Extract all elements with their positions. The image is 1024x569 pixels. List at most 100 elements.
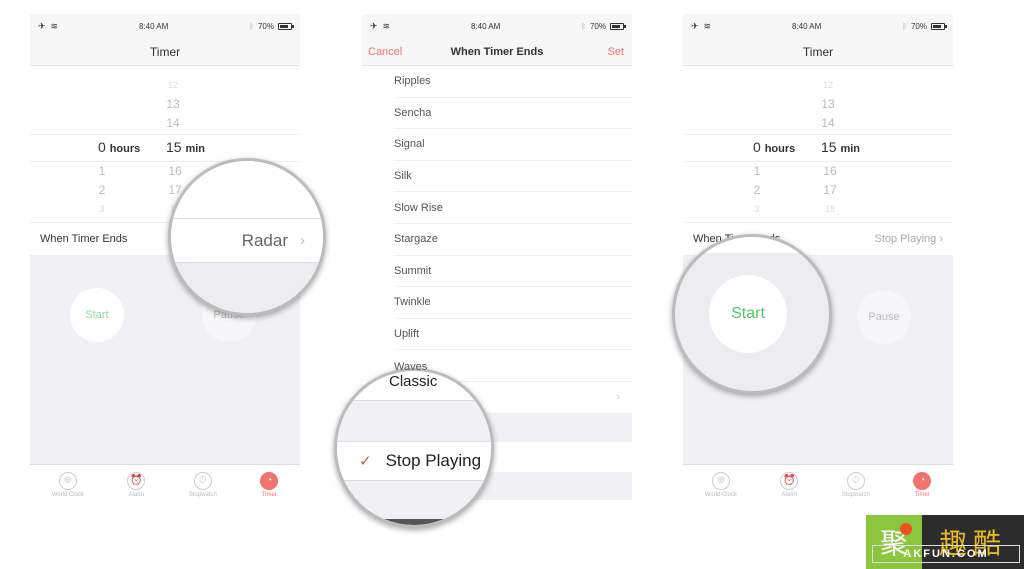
picker-value: 1	[98, 164, 106, 178]
airplane-icon: ✈	[370, 20, 378, 31]
pause-button[interactable]: Pause	[857, 290, 911, 344]
nav-bar: Timer	[30, 38, 300, 66]
battery-icon	[931, 22, 947, 30]
sound-item[interactable]: Uplift	[394, 319, 632, 351]
when-timer-ends-value: Stop Playing ›	[875, 233, 944, 245]
minutes-column-above[interactable]: 12 13 14	[813, 76, 843, 133]
start-button[interactable]: Start	[70, 288, 124, 342]
tab-world-clock[interactable]: ⊕ World Clock	[705, 471, 737, 498]
minutes-unit: min	[840, 143, 861, 155]
sound-item[interactable]: Summit	[394, 256, 632, 288]
hours-column-below[interactable]: 1 2 3	[92, 162, 112, 219]
nav-bar: Cancel When Timer Ends Set	[362, 38, 632, 66]
sound-item[interactable]: Stargaze	[394, 224, 632, 256]
tab-bar: ⊕ World Clock ⏰ Alarm ⏱ Stopwatch ◔ Timer	[30, 464, 300, 504]
page-title: Timer	[802, 44, 834, 59]
minutes-column-above[interactable]: 12 13 14	[158, 76, 188, 133]
watermark-logo: 聚 趣酷 AKFUN.COM	[866, 515, 1024, 569]
magnifier-stop-playing: Classic ✓ Stop Playing	[334, 368, 494, 528]
tab-world-clock[interactable]: ⊕ World Clock	[52, 471, 84, 498]
sound-value: Stop Playing	[874, 233, 937, 245]
alarm-clock-icon: ⏰	[780, 471, 799, 490]
wifi-icon: ≋	[703, 20, 712, 31]
sound-item[interactable]: Twinkle	[394, 287, 632, 319]
timer-icon: ◔	[260, 471, 279, 490]
hours-column-below[interactable]: 1 2 3	[747, 162, 767, 219]
status-time: 8:40 AM	[470, 21, 501, 31]
sound-item[interactable]: Slow Rise	[394, 192, 632, 224]
bluetooth-icon: ᛒ	[249, 21, 254, 31]
stop-playing-label: Stop Playing	[385, 451, 482, 470]
picker-value: 13	[166, 97, 180, 111]
tab-timer[interactable]: ◔ Timer	[260, 471, 279, 498]
tab-label: Stopwatch	[841, 491, 870, 498]
minutes-value: 15	[166, 139, 182, 155]
section-gap	[337, 401, 491, 441]
classic-label[interactable]: Classic	[337, 371, 491, 401]
checkmark-icon: ✓	[359, 453, 372, 470]
tab-alarm[interactable]: ⏰ Alarm	[780, 471, 799, 498]
selected-hours[interactable]: 0 hours	[753, 139, 795, 155]
logo-dot	[900, 523, 912, 535]
timer-icon: ◔	[913, 471, 932, 490]
tab-stopwatch[interactable]: ⏱ Stopwatch	[188, 471, 217, 498]
bluetooth-icon: ᛒ	[902, 21, 907, 31]
status-bar: ✈ ≋ 8:40 AM ᛒ 70%	[683, 14, 953, 38]
stop-playing-option[interactable]: ✓ Stop Playing	[337, 441, 491, 481]
page-title: Timer	[149, 44, 181, 59]
hours-unit: hours	[764, 143, 796, 155]
cancel-button[interactable]: Cancel	[368, 46, 402, 58]
wifi-icon: ≋	[382, 20, 391, 31]
minutes-value: 15	[821, 139, 837, 155]
tab-label: Alarm	[781, 491, 798, 498]
stopwatch-icon: ⏱	[846, 471, 865, 490]
hours-value: 0	[98, 139, 106, 155]
status-time: 8:40 AM	[138, 21, 169, 31]
minutes-column-below[interactable]: 16 17 18	[817, 162, 843, 219]
picker-selection-band	[30, 134, 300, 162]
tab-alarm[interactable]: ⏰ Alarm	[127, 471, 146, 498]
tab-label: Timer	[914, 491, 930, 498]
battery-percent: 70%	[910, 21, 927, 31]
selected-minutes[interactable]: 15 min	[166, 139, 205, 155]
page-title: When Timer Ends	[450, 45, 544, 58]
magnifier-start: Start	[672, 234, 832, 394]
picker-value: 14	[821, 116, 835, 130]
start-button-zoomed[interactable]: Start	[709, 275, 787, 353]
set-button[interactable]: Set	[607, 46, 624, 58]
sound-item[interactable]: Ripples	[394, 66, 632, 98]
hours-value: 0	[753, 139, 761, 155]
status-bar: ✈ ≋ 8:40 AM ᛒ 70%	[30, 14, 300, 38]
sound-item[interactable]: Silk	[394, 161, 632, 193]
picker-value: 13	[821, 97, 835, 111]
picker-value: 1	[753, 164, 761, 178]
tab-timer[interactable]: ◔ Timer	[913, 471, 932, 498]
tab-label: Timer	[261, 491, 277, 498]
selected-hours[interactable]: 0 hours	[98, 139, 140, 155]
picker-value: 3	[754, 204, 760, 214]
sound-item[interactable]: Sencha	[394, 98, 632, 130]
picker-value: 16	[823, 164, 837, 178]
alarm-clock-icon: ⏰	[127, 471, 146, 490]
sound-item-waves[interactable]: Waves	[394, 361, 427, 373]
picker-value: 12	[822, 80, 833, 90]
tab-label: Stopwatch	[188, 491, 217, 498]
airplane-icon: ✈	[691, 20, 699, 31]
chevron-right-icon: ›	[616, 391, 620, 404]
tab-stopwatch[interactable]: ⏱ Stopwatch	[841, 471, 870, 498]
tab-label: Alarm	[128, 491, 145, 498]
globe-icon: ⊕	[711, 471, 730, 490]
battery-icon	[278, 22, 294, 30]
selected-minutes[interactable]: 15 min	[821, 139, 860, 155]
picker-value: 18	[824, 204, 835, 214]
nav-bar: Timer	[683, 38, 953, 66]
picker-value: 14	[166, 116, 180, 130]
battery-percent: 70%	[589, 21, 606, 31]
stopwatch-icon: ⏱	[193, 471, 212, 490]
duration-picker[interactable]: 12 13 14 0 hours 15 min 1 2 3 16 17 18	[683, 66, 953, 222]
logo-url: AKFUN.COM	[872, 545, 1020, 563]
sound-item[interactable]: Signal	[394, 129, 632, 161]
battery-percent: 70%	[257, 21, 274, 31]
chevron-right-icon: ›	[939, 233, 943, 245]
when-timer-ends-value-zoomed[interactable]: Radar ›	[171, 219, 323, 263]
